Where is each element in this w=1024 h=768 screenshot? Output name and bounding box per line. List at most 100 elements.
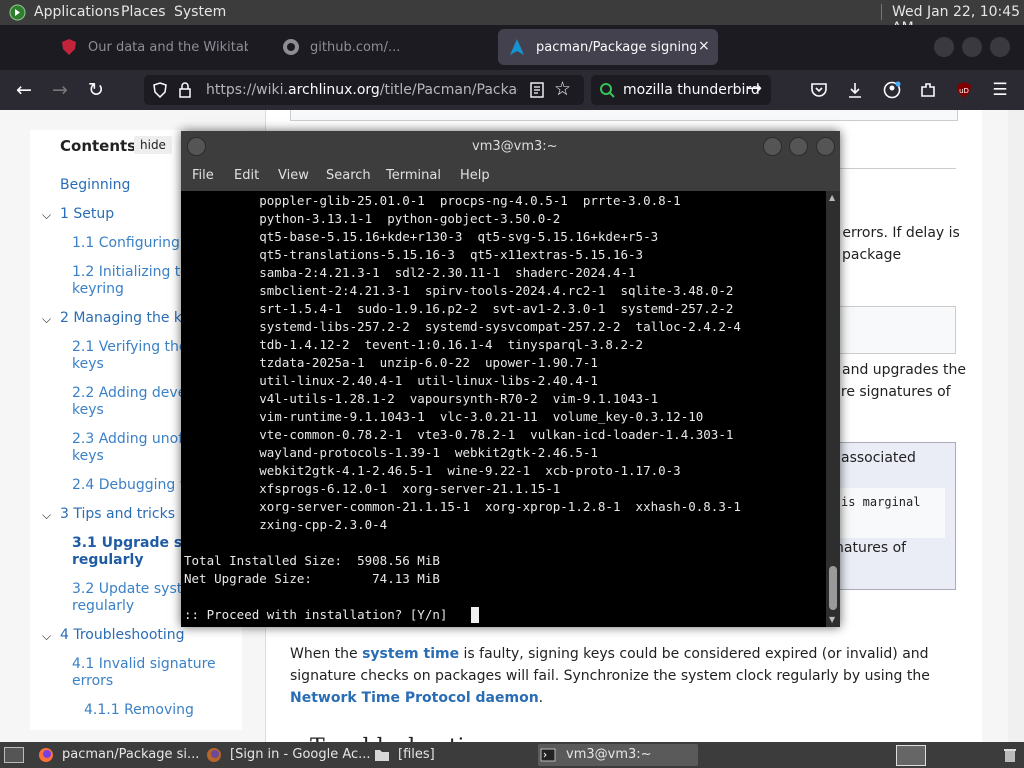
- downloads-icon[interactable]: [846, 81, 864, 99]
- minimize-window-button[interactable]: [934, 37, 954, 57]
- back-arrow-icon[interactable]: ←: [12, 78, 36, 102]
- toc-tips-and-tricks[interactable]: 3 Tips and tricks: [60, 506, 175, 522]
- forward-arrow-icon[interactable]: →: [48, 78, 72, 102]
- toc-update-system-2[interactable]: regularly: [72, 598, 134, 614]
- terminal-menubar: File Edit View Search Terminal Help: [181, 162, 840, 191]
- taskbar-item-firefox[interactable]: pacman/Package si...: [36, 744, 200, 766]
- terminal-line: smbclient-2:4.21.3-1 spirv-tools-2024.4.…: [184, 283, 734, 298]
- toc-troubleshooting[interactable]: 4 Troubleshooting: [60, 627, 185, 643]
- search-box[interactable]: mozilla thunderbird →: [591, 75, 771, 105]
- window-menu-button[interactable]: [187, 137, 206, 156]
- toc-invalid-signature[interactable]: 4.1 Invalid signature: [72, 656, 216, 672]
- distro-logo-icon[interactable]: [9, 4, 26, 21]
- terminal-line: Total Installed Size: 5908.56 MiB: [184, 553, 440, 568]
- maximize-button[interactable]: [789, 137, 808, 156]
- reader-view-icon[interactable]: [530, 82, 544, 98]
- toc-upgrade-system-2[interactable]: regularly: [72, 552, 143, 568]
- top-panel: Applications Places System Wed Jan 22, 1…: [0, 0, 1024, 36]
- menu-help[interactable]: Help: [460, 168, 490, 183]
- terminal-output[interactable]: poppler-glib-25.01.0-1 procps-ng-4.0.5-1…: [181, 191, 826, 627]
- terminal-scrollbar[interactable]: ▲ ▼: [826, 191, 840, 627]
- terminal-line: wayland-protocols-1.39-1 webkit2gtk-2.46…: [184, 445, 598, 460]
- toc-adding-unofficial-keys-2[interactable]: keys: [72, 448, 104, 464]
- toc-verifying-keys-2[interactable]: keys: [72, 356, 104, 372]
- ntp-paragraph: When the system time is faulty, signing …: [290, 643, 960, 709]
- toc-initializing-keyring-2[interactable]: keyring: [72, 281, 124, 297]
- terminal-titlebar[interactable]: vm3@vm3:~: [181, 131, 840, 162]
- show-desktop-icon[interactable]: [4, 747, 24, 763]
- url-bar[interactable]: https://wiki.archlinux.org/title/Pacman/…: [144, 75, 584, 105]
- menu-terminal[interactable]: Terminal: [386, 168, 441, 183]
- toc-setup[interactable]: 1 Setup: [60, 206, 114, 222]
- content-text: ure signatures of: [832, 384, 951, 400]
- url-text[interactable]: https://wiki.archlinux.org/title/Pacman/…: [206, 82, 518, 98]
- chevron-down-icon[interactable]: ⌵: [42, 629, 51, 644]
- close-button[interactable]: [816, 137, 835, 156]
- terminal-line: xorg-server-common-21.1.15-1 xorg-xprop-…: [184, 499, 741, 514]
- chevron-down-icon[interactable]: ⌵: [42, 312, 51, 327]
- minimize-button[interactable]: [763, 137, 782, 156]
- scroll-up-icon[interactable]: ▲: [829, 193, 835, 202]
- taskbar-item-files[interactable]: [files]: [372, 744, 532, 766]
- terminal-window: vm3@vm3:~ File Edit View Search Terminal…: [181, 131, 840, 627]
- para-text: .: [538, 690, 544, 706]
- ntp-daemon-link[interactable]: Network Time Protocol daemon: [290, 690, 539, 706]
- taskbar-item-google-signin[interactable]: [Sign in - Google Ac...: [204, 744, 371, 766]
- hamburger-menu-icon[interactable]: ☰: [988, 78, 1012, 102]
- tab-label: Our data and the Wikitab: [88, 40, 248, 55]
- close-tab-icon[interactable]: ×: [698, 38, 710, 54]
- scroll-down-icon[interactable]: ▼: [829, 615, 835, 624]
- tab-pacman-package-signing[interactable]: pacman/Package signing - A ×: [498, 29, 718, 65]
- places-menu[interactable]: Places: [121, 4, 166, 20]
- firefox-icon: [39, 748, 53, 762]
- search-input[interactable]: mozilla thunderbird: [623, 82, 760, 98]
- chevron-down-icon[interactable]: ⌵: [42, 208, 51, 223]
- terminal-cursor: [471, 607, 479, 623]
- tab-wikitab[interactable]: Our data and the Wikitab: [50, 29, 260, 65]
- toc-adding-developer-keys-2[interactable]: keys: [72, 402, 104, 418]
- toc-verifying-keys[interactable]: 2.1 Verifying the: [72, 339, 188, 355]
- account-icon[interactable]: [883, 81, 901, 99]
- trash-icon[interactable]: [1002, 747, 1018, 763]
- workspace-switcher[interactable]: [896, 745, 926, 766]
- bookmark-star-icon[interactable]: ☆: [554, 78, 571, 100]
- tab-github[interactable]: github.com/...: [272, 29, 492, 65]
- close-window-button[interactable]: [990, 37, 1010, 57]
- browser-tab-strip: Our data and the Wikitab github.com/... …: [0, 25, 1024, 70]
- github-icon: [283, 39, 299, 55]
- page-scrollbar[interactable]: [1008, 110, 1024, 742]
- toc-initializing-keyring[interactable]: 1.2 Initializing the: [72, 264, 198, 280]
- search-go-arrow-icon[interactable]: →: [747, 78, 762, 99]
- lock-icon[interactable]: [178, 82, 192, 98]
- tracking-shield-icon[interactable]: [152, 82, 168, 98]
- code-box: is marginal: [835, 488, 945, 538]
- system-time-link[interactable]: system time: [362, 646, 459, 662]
- taskbar-label: [Sign in - Google Ac...: [230, 747, 371, 762]
- menu-search[interactable]: Search: [326, 168, 371, 183]
- taskbar-label: pacman/Package si...: [62, 747, 200, 762]
- menu-view[interactable]: View: [278, 168, 309, 183]
- url-domain: archlinux.org: [287, 82, 380, 98]
- pocket-icon[interactable]: [810, 81, 828, 99]
- svg-text:uD: uD: [959, 87, 969, 95]
- toc-beginning[interactable]: Beginning: [60, 177, 130, 193]
- menu-file[interactable]: File: [192, 168, 214, 183]
- terminal-line: util-linux-2.40.4-1 util-linux-libs-2.40…: [184, 373, 598, 388]
- extensions-icon[interactable]: [919, 81, 937, 99]
- tab-label: github.com/...: [310, 40, 401, 55]
- applications-menu[interactable]: Applications: [34, 4, 120, 20]
- hide-toc-button[interactable]: hide: [134, 136, 172, 154]
- taskbar-item-terminal[interactable]: vm3@vm3:~: [538, 744, 698, 766]
- search-engine-icon[interactable]: [599, 82, 616, 99]
- tab-label: pacman/Package signing - A: [536, 40, 696, 55]
- reload-icon[interactable]: ↻: [84, 78, 108, 102]
- toc-removing[interactable]: 4.1.1 Removing: [84, 702, 194, 718]
- maximize-window-button[interactable]: [962, 37, 982, 57]
- chevron-down-icon[interactable]: ⌵: [42, 508, 51, 523]
- menu-edit[interactable]: Edit: [234, 168, 259, 183]
- ublock-origin-icon[interactable]: uD: [955, 81, 973, 99]
- system-menu[interactable]: System: [174, 4, 226, 20]
- terminal-line: xfsprogs-6.12.0-1 xorg-server-21.1.15-1: [184, 481, 561, 496]
- scrollbar-thumb[interactable]: [829, 566, 837, 610]
- toc-invalid-signature-2[interactable]: errors: [72, 673, 113, 689]
